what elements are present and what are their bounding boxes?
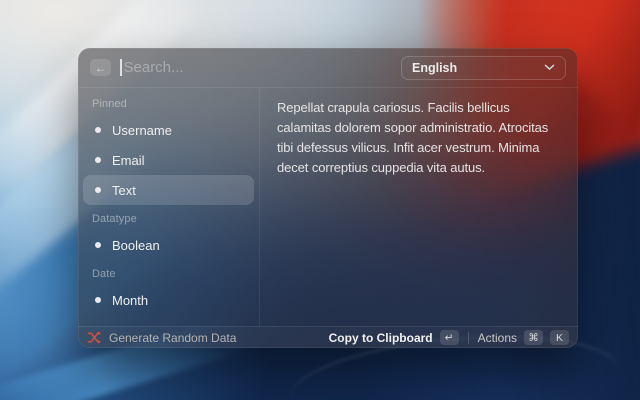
actions-button[interactable]: Actions bbox=[478, 331, 517, 345]
search-bar: ← English bbox=[78, 48, 578, 88]
bullet-icon bbox=[95, 157, 101, 163]
copy-to-clipboard-button[interactable]: Copy to Clipboard bbox=[329, 331, 433, 345]
search-field-wrap bbox=[120, 59, 392, 76]
footer-divider bbox=[468, 332, 469, 344]
command-keycap[interactable]: ⌘ bbox=[524, 330, 543, 345]
list-item-month[interactable]: Month bbox=[83, 285, 254, 315]
list-item-label: Month bbox=[112, 293, 148, 308]
section-header-datatype: Datatype bbox=[83, 205, 254, 230]
command-name-label: Generate Random Data bbox=[109, 331, 236, 345]
chevron-down-icon bbox=[544, 64, 555, 71]
search-input[interactable] bbox=[124, 59, 393, 76]
list-item-email[interactable]: Email bbox=[83, 145, 254, 175]
language-dropdown-value: English bbox=[412, 61, 457, 75]
list-item-username[interactable]: Username bbox=[83, 115, 254, 145]
section-header-date: Date bbox=[83, 260, 254, 285]
k-keycap[interactable]: K bbox=[550, 330, 569, 345]
detail-preview-text: Repellat crapula cariosus. Facilis belli… bbox=[277, 100, 548, 175]
bullet-icon bbox=[95, 242, 101, 248]
list-item-label: Boolean bbox=[112, 238, 160, 253]
shuffle-icon bbox=[87, 330, 102, 345]
enter-keycap[interactable]: ↵ bbox=[440, 330, 459, 345]
list-item-text-selected[interactable]: Text bbox=[83, 175, 254, 205]
list-item-label: Email bbox=[112, 153, 145, 168]
list-item-label: Text bbox=[112, 183, 136, 198]
bullet-icon bbox=[95, 187, 101, 193]
launcher-window: ← English Pinned Username Email bbox=[78, 48, 578, 348]
list-item-boolean[interactable]: Boolean bbox=[83, 230, 254, 260]
action-bar: Generate Random Data Copy to Clipboard ↵… bbox=[78, 326, 578, 348]
bullet-icon bbox=[95, 297, 101, 303]
detail-preview-pane: Repellat crapula cariosus. Facilis belli… bbox=[260, 88, 578, 326]
main-content: Pinned Username Email Text Datatype Bool… bbox=[78, 88, 578, 326]
back-button[interactable]: ← bbox=[90, 59, 111, 76]
text-caret bbox=[120, 59, 122, 76]
list-item-label: Username bbox=[112, 123, 172, 138]
section-header-pinned: Pinned bbox=[83, 90, 254, 115]
back-icon: ← bbox=[95, 62, 107, 74]
language-dropdown[interactable]: English bbox=[401, 56, 566, 80]
results-list: Pinned Username Email Text Datatype Bool… bbox=[78, 88, 260, 326]
bullet-icon bbox=[95, 127, 101, 133]
